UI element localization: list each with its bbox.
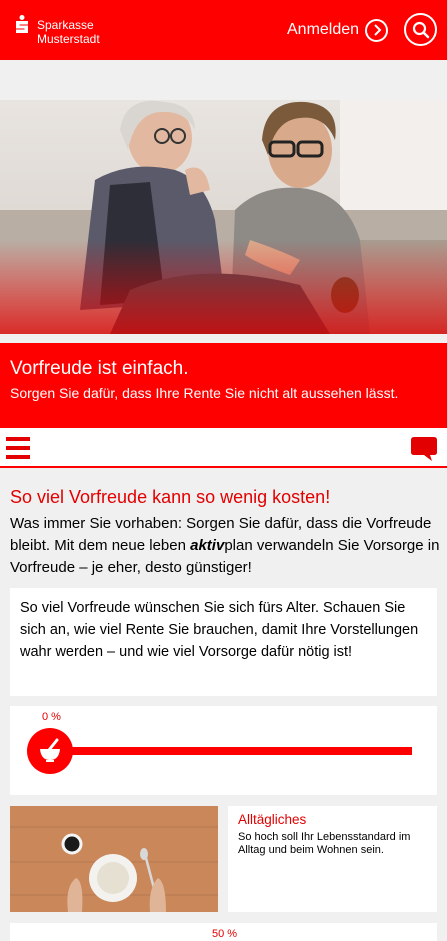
login-label: Anmelden	[287, 21, 360, 38]
nav-bar	[0, 428, 447, 468]
banner-title: Vorfreude ist einfach.	[10, 358, 189, 379]
logo-text: Sparkasse Musterstadt	[37, 18, 100, 46]
logo-line-2: Musterstadt	[37, 32, 100, 46]
banner-subtitle: Sorgen Sie dafür, dass Ihre Rente Sie ni…	[10, 385, 399, 401]
slider-percent-label-2: 50 %	[212, 928, 238, 940]
slider-percent-label: 0 %	[42, 711, 61, 723]
category-description: So hoch soll Ihr Lebensstandard im Allta…	[238, 831, 411, 856]
chevron-right-icon	[365, 18, 389, 42]
sparkasse-s-icon	[16, 15, 28, 33]
category-image	[10, 806, 218, 912]
sparkasse-logo[interactable]: Sparkasse Musterstadt	[14, 15, 134, 49]
intro-text: Was immer Sie vorhaben: Sorgen Sie dafür…	[10, 513, 440, 579]
slider-card-2: 50 %	[10, 923, 437, 941]
category-title: Alltägliches	[238, 812, 307, 827]
hero-image	[0, 100, 447, 334]
info-card-text: So viel Vorfreude wünschen Sie sich fürs…	[20, 600, 419, 660]
search-button[interactable]	[404, 13, 437, 46]
hamburger-menu-icon[interactable]	[6, 437, 30, 459]
category-card[interactable]: Alltägliches So hoch soll Ihr Lebensstan…	[228, 806, 437, 912]
intro-brand: aktiv	[190, 537, 225, 554]
search-icon	[412, 21, 429, 38]
main-headline: So viel Vorfreude kann so wenig kosten!	[10, 487, 331, 507]
info-card: So viel Vorfreude wünschen Sie sich fürs…	[10, 588, 437, 696]
slider-handle[interactable]	[27, 728, 73, 774]
mortar-pestle-icon	[40, 738, 60, 762]
logo-line-1: Sparkasse	[37, 18, 94, 32]
slider-card: 0 %	[10, 706, 437, 795]
chat-bubble-icon[interactable]	[410, 436, 438, 462]
top-bar: Sparkasse Musterstadt Anmelden	[0, 0, 447, 60]
hero-banner: Vorfreude ist einfach. Sorgen Sie dafür,…	[0, 343, 447, 428]
login-button[interactable]: Anmelden	[287, 18, 389, 42]
slider-track[interactable]	[52, 747, 412, 755]
